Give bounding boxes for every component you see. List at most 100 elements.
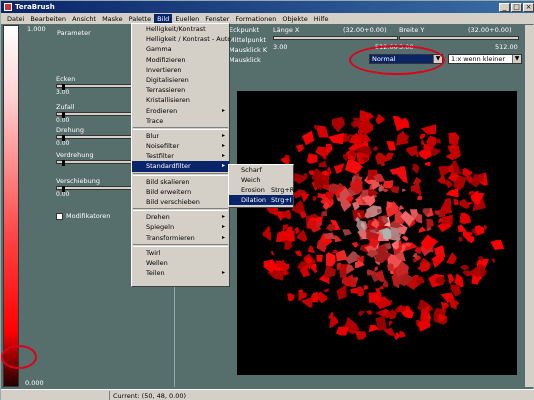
menu-item-noisefilter[interactable]: Noisefilter ▸ bbox=[132, 141, 229, 151]
menu-item-kristallisieren[interactable]: Kristallisieren bbox=[132, 95, 229, 105]
menu-item-label: Noisefilter bbox=[146, 142, 180, 151]
menu-item-transformieren[interactable]: Transformieren ▸ bbox=[132, 233, 229, 243]
checkbox-box[interactable] bbox=[56, 212, 63, 220]
crystal-shard bbox=[459, 264, 470, 271]
menu-separator bbox=[133, 208, 228, 212]
crystal-shard bbox=[299, 192, 310, 203]
crystal-shard bbox=[421, 124, 437, 135]
crystal-shard bbox=[447, 273, 454, 285]
menu-bild[interactable]: Bild bbox=[154, 13, 173, 24]
menu-item-spiegeln[interactable]: Spiegeln ▸ bbox=[132, 222, 229, 232]
gradient-scale[interactable] bbox=[3, 25, 19, 387]
breite-y-slider[interactable] bbox=[399, 36, 519, 40]
close-button[interactable]: × bbox=[523, 2, 534, 12]
crystal-shard bbox=[295, 144, 305, 153]
crystal-shard bbox=[300, 298, 313, 308]
crystal-shard bbox=[490, 239, 505, 251]
slider-thumb[interactable] bbox=[62, 135, 65, 141]
menu-item-label: Twirl bbox=[146, 248, 161, 257]
menu-item-label: Bild erweitern bbox=[146, 187, 192, 196]
menu-datei[interactable]: Datei bbox=[4, 14, 27, 24]
menu-item-digitalisieren[interactable]: Digitalisieren bbox=[132, 75, 229, 85]
crystal-shard bbox=[374, 266, 378, 272]
menu-item-wellen[interactable]: Wellen bbox=[132, 258, 229, 268]
menu-item-label: Transformieren bbox=[146, 233, 195, 242]
crystal-shard bbox=[328, 132, 344, 145]
menu-item-erodieren[interactable]: Erodieren ▸ bbox=[132, 106, 229, 116]
modifiers-checkbox[interactable]: Modifikatoren bbox=[56, 212, 110, 220]
crystal-shard bbox=[331, 249, 338, 254]
menu-item-label: Drehen bbox=[146, 213, 170, 222]
size-mode-select[interactable]: 1:x wenn kleiner ▼ bbox=[448, 54, 522, 64]
laenge-x-slider[interactable] bbox=[273, 36, 398, 40]
menu-item-label: Blur bbox=[146, 131, 160, 140]
submenu-item-weich[interactable]: Weich bbox=[229, 175, 293, 185]
menu-item-label: Standardfilter bbox=[146, 162, 191, 171]
menu-item-bild-skalieren[interactable]: Bild skalieren bbox=[132, 177, 229, 187]
chevron-down-icon[interactable]: ▼ bbox=[512, 55, 521, 63]
menu-item-bild-verschieben[interactable]: Bild verschieben bbox=[132, 197, 229, 207]
menu-item-drehen[interactable]: Drehen ▸ bbox=[132, 212, 229, 222]
crystal-shard bbox=[419, 133, 426, 140]
crystal-pattern bbox=[256, 109, 505, 341]
menu-item-teilen[interactable]: Teilen ▸ bbox=[132, 268, 229, 278]
menu-item-label: Digitalisieren bbox=[146, 75, 189, 84]
menu-item-terrassieren[interactable]: Terrassieren bbox=[132, 85, 229, 95]
submenu-item-scharf[interactable]: Scharf bbox=[229, 165, 293, 175]
laenge-x-value: (32.00+0.00) bbox=[343, 26, 387, 34]
menu-ansicht[interactable]: Ansicht bbox=[69, 14, 99, 24]
menu-item-testfilter[interactable]: Testfilter ▸ bbox=[132, 151, 229, 161]
maximize-button[interactable]: □ bbox=[511, 2, 522, 12]
menu-item-trace[interactable]: Trace bbox=[132, 116, 229, 126]
crystal-shard bbox=[418, 148, 432, 160]
submenu-arrow-icon: ▸ bbox=[221, 142, 225, 150]
bild-menu: Helligkeit/Kontrast Helligkeit / Kontrast… bbox=[131, 23, 231, 287]
mittelpunkt-label: Mittelpunkt bbox=[229, 36, 266, 44]
menu-item-blur[interactable]: Blur ▸ bbox=[132, 131, 229, 141]
mausklick-k-label: Mausklick K bbox=[229, 46, 268, 54]
crystal-shard bbox=[457, 224, 468, 232]
window-title: TeraBrush bbox=[15, 3, 55, 11]
crystal-shard bbox=[386, 140, 396, 151]
slider-thumb[interactable] bbox=[62, 112, 65, 118]
slider-thumb[interactable] bbox=[62, 84, 65, 90]
crystal-shard bbox=[321, 210, 328, 217]
crystal-shard bbox=[323, 288, 330, 293]
crystal-shard bbox=[426, 218, 434, 229]
menu-objekte[interactable]: Objekte bbox=[279, 14, 310, 24]
vertical-scrollbar[interactable] bbox=[525, 25, 534, 387]
annotation-circle-top bbox=[349, 45, 445, 75]
submenu-arrow-icon: ▸ bbox=[221, 223, 225, 231]
laenge-x-min: 3.00 bbox=[273, 43, 288, 51]
menu-item-helligkeit-kontrast-auto[interactable]: Helligkeit / Kontrast - Auto bbox=[132, 34, 231, 44]
menu-bearbeiten[interactable]: Bearbeiten bbox=[27, 14, 69, 24]
crystal-shard bbox=[418, 226, 427, 233]
menu-hilfe[interactable]: Hilfe bbox=[311, 14, 332, 24]
menu-item-modifizieren[interactable]: Modifizieren bbox=[132, 55, 229, 65]
slider-thumb[interactable] bbox=[62, 186, 65, 192]
minimize-button[interactable]: _ bbox=[499, 2, 510, 12]
menu-euellen[interactable]: Euellen bbox=[172, 14, 202, 24]
submenu-item-erosion[interactable]: Erosion Strg+R bbox=[229, 185, 294, 195]
slider-thumb[interactable] bbox=[62, 160, 65, 166]
drawing-canvas[interactable] bbox=[237, 91, 517, 375]
menu-item-standardfilter[interactable]: Standardfilter ▸ bbox=[132, 161, 229, 172]
menu-maske[interactable]: Maske bbox=[99, 14, 126, 24]
crystal-shard bbox=[424, 161, 431, 167]
submenu-item-dilation[interactable]: Dilation Strg+I bbox=[229, 195, 293, 205]
eckpunkt-label: Eckpunkt bbox=[229, 26, 260, 34]
menu-bar: Datei Bearbeiten Ansicht Maske Palette Bild Eu… bbox=[1, 13, 534, 24]
menu-item-label: Kristallisieren bbox=[146, 96, 190, 105]
crystal-shard bbox=[287, 293, 295, 302]
menu-fenster[interactable]: Fenster bbox=[202, 14, 232, 24]
crystal-shard bbox=[307, 245, 315, 254]
menu-item-twirl[interactable]: Twirl bbox=[132, 248, 229, 258]
menu-item-helligkeit-kontrast[interactable]: Helligkeit/Kontrast bbox=[132, 24, 229, 34]
menu-formationen[interactable]: Formationen bbox=[232, 14, 279, 24]
crystal-shard bbox=[398, 205, 405, 211]
menu-palette[interactable]: Palette bbox=[126, 14, 155, 24]
menu-item-invertieren[interactable]: Invertieren bbox=[132, 65, 229, 75]
menu-item-gamma[interactable]: Gamma bbox=[132, 44, 229, 54]
crystal-shard bbox=[312, 195, 317, 202]
menu-item-bild-erweitern[interactable]: Bild erweitern bbox=[132, 187, 229, 197]
